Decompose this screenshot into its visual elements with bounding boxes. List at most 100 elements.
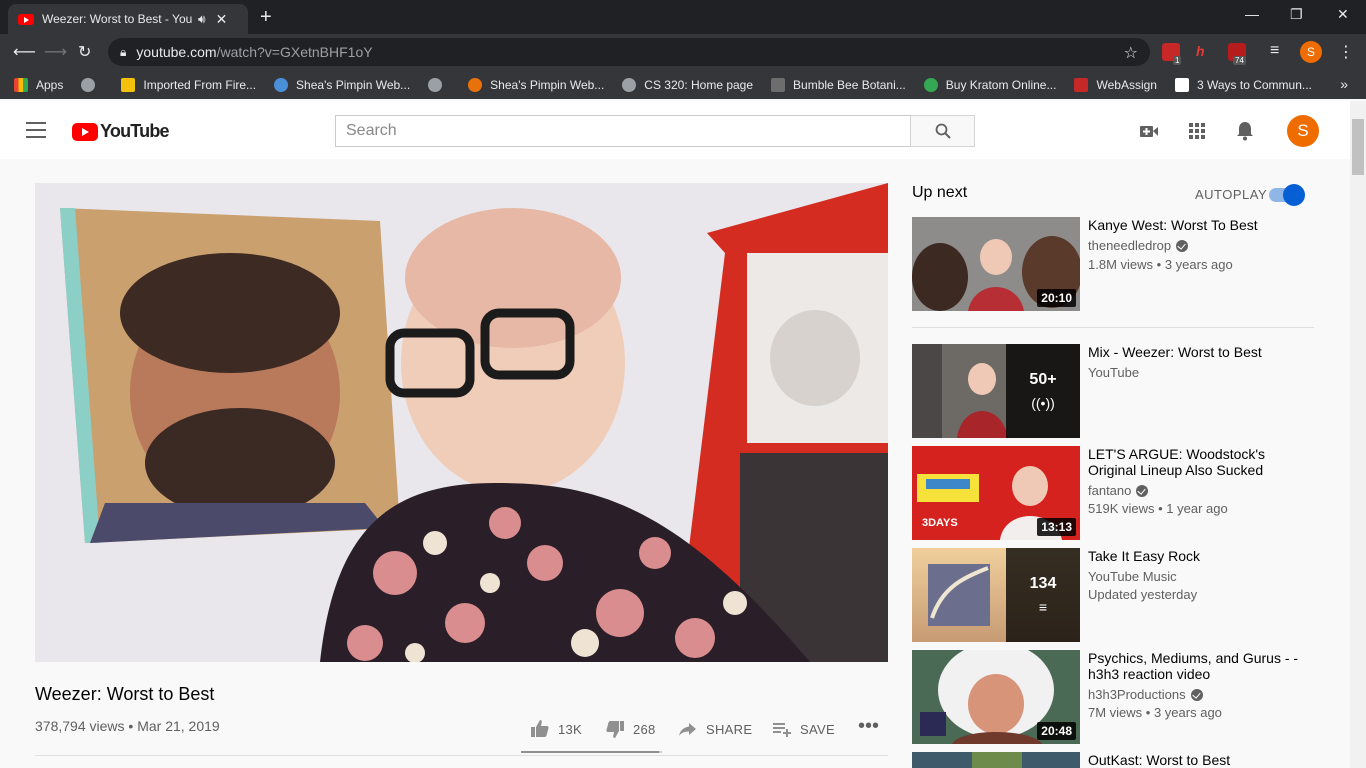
playlist-thumbnail[interactable]: 134 ≡ [912, 548, 1080, 642]
honey-extension-icon[interactable]: h [1196, 43, 1214, 61]
upload-age: 1 year ago [1166, 501, 1228, 516]
bookmark-item[interactable] [428, 77, 450, 92]
bookmark-item[interactable]: Buy Kratom Online... [923, 77, 1056, 92]
bookmark-item[interactable]: Shea's Pimpin Web... [468, 77, 605, 92]
bookmark-item[interactable]: Imported From Fire... [121, 77, 256, 92]
channel-label: fantano [1088, 483, 1132, 498]
autoplay-label: AUTOPLAY [1195, 187, 1268, 202]
channel-name[interactable]: YouTube Music [1088, 569, 1177, 584]
video-duration: 13:13 [1037, 518, 1076, 536]
video-player[interactable] [35, 183, 888, 662]
bookmark-item[interactable]: Shea's Pimpin Web... [274, 77, 411, 92]
video-title[interactable]: Kanye West: Worst To Best [1088, 217, 1308, 233]
like-count: 13K [558, 721, 583, 737]
share-button[interactable]: SHARE [678, 719, 752, 739]
playlist-title[interactable]: Take It Easy Rock [1088, 548, 1308, 564]
reload-icon[interactable]: ↻ [78, 42, 91, 62]
apps-icon[interactable] [1186, 120, 1208, 142]
thumbs-down-icon [606, 721, 624, 738]
video-thumbnail[interactable] [912, 752, 1080, 768]
youtube-wordmark: YouTube [100, 121, 170, 141]
new-tab-button[interactable]: + [260, 6, 272, 29]
bookmark-item[interactable]: 3 Ways to Commun... [1174, 77, 1312, 92]
recommended-playlist[interactable]: 134 ≡ Take It Easy Rock YouTube Music Up… [912, 548, 1312, 642]
recommended-video[interactable]: 3DAYS 13:13 LET'S ARGUE: Woodstock's Ori… [912, 446, 1312, 540]
bookmark-label: 3 Ways to Commun... [1196, 77, 1312, 92]
speaker-icon[interactable]: 🔊︎ [198, 12, 206, 27]
notifications-bell-icon[interactable] [1234, 120, 1256, 142]
search-button[interactable] [910, 115, 975, 147]
create-video-icon[interactable] [1138, 120, 1160, 142]
save-label: SAVE [800, 721, 835, 737]
dislike-button[interactable]: 268 [605, 719, 656, 739]
search-placeholder: Search [346, 122, 397, 139]
minimize-icon[interactable]: — [1245, 6, 1259, 22]
youtube-logo[interactable]: YouTube [72, 121, 170, 142]
chrome-menu-icon[interactable]: ⋮ [1338, 42, 1354, 62]
share-label: SHARE [706, 721, 753, 737]
verified-check-icon [1136, 484, 1149, 497]
video-title[interactable]: Psychics, Mediums, and Gurus - - h3h3 re… [1088, 650, 1308, 682]
video-title[interactable]: LET'S ARGUE: Woodstock's Original Lineup… [1088, 446, 1308, 478]
search-input[interactable]: Search [335, 115, 911, 147]
bookmark-item[interactable]: WebAssign [1074, 77, 1157, 92]
scrollbar-thumb[interactable] [1352, 119, 1364, 175]
url-domain: youtube.com [136, 44, 217, 60]
video-title[interactable]: Mix - Weezer: Worst to Best [1088, 344, 1308, 360]
bookmark-item[interactable] [81, 77, 103, 92]
globe-icon [81, 77, 96, 92]
forward-icon[interactable]: ⟶ [44, 42, 67, 62]
browser-tab[interactable]: Weezer: Worst to Best - YouT 🔊︎ ✕ [8, 4, 248, 34]
recommended-video[interactable]: 20:48 Psychics, Mediums, and Gurus - - h… [912, 650, 1312, 744]
page-scrollbar[interactable] [1350, 101, 1366, 768]
guide-menu-icon[interactable] [26, 122, 46, 138]
more-actions-icon[interactable]: ••• [858, 715, 879, 738]
video-title[interactable]: OutKast: Worst to Best [1088, 752, 1308, 768]
video-thumbnail[interactable]: 20:10 [912, 217, 1080, 311]
bookmark-label: Shea's Pimpin Web... [296, 77, 411, 92]
bookmark-item[interactable]: CS 320: Home page [622, 77, 754, 92]
verified-check-icon [1176, 239, 1189, 252]
channel-name[interactable]: h3h3Productions [1088, 687, 1203, 702]
close-tab-icon[interactable]: ✕ [216, 11, 228, 28]
extension-badge: 1 [1173, 56, 1182, 65]
video-meta: 378,794 views • Mar 21, 2019 [35, 718, 220, 734]
folder-icon [121, 77, 136, 92]
bookmark-apps[interactable]: Apps [14, 77, 63, 92]
mix-thumbnail[interactable]: 50+ ((•)) [912, 344, 1080, 438]
back-icon[interactable]: ⟵ [13, 42, 36, 62]
thumbs-up-icon [531, 720, 549, 737]
view-count: 7M views [1088, 705, 1143, 720]
youtube-header: YouTube Search S [0, 101, 1350, 159]
address-bar[interactable]: 🔒︎ youtube.com/watch?v=GXetnBHF1oY ☆ [108, 38, 1150, 66]
video-thumbnail[interactable]: 20:48 [912, 650, 1080, 744]
recommended-video[interactable]: 20:10 Kanye West: Worst To Best theneedl… [912, 217, 1312, 311]
bookmark-star-icon[interactable]: ☆ [1124, 43, 1138, 63]
search-icon [935, 123, 951, 139]
upload-age: 3 years ago [1164, 257, 1233, 272]
channel-name[interactable]: theneedledrop [1088, 238, 1189, 253]
media-control-icon[interactable]: ≡ [1270, 42, 1279, 60]
verified-check-icon [1190, 688, 1203, 701]
bookmark-label: Shea's Pimpin Web... [490, 77, 605, 92]
browser-profile-avatar[interactable]: S [1300, 41, 1322, 63]
like-button[interactable]: 13K [530, 719, 582, 739]
recommended-mix[interactable]: 50+ ((•)) Mix - Weezer: Worst to Best Yo… [912, 344, 1312, 438]
recommended-video[interactable]: OutKast: Worst to Best [912, 752, 1312, 768]
close-window-icon[interactable]: ✕ [1337, 6, 1349, 23]
youtube-play-logo-icon [72, 122, 98, 141]
browser-toolbar: ⟵ ⟶ ↻ 🔒︎ youtube.com/watch?v=GXetnBHF1oY… [0, 34, 1366, 70]
restore-icon[interactable]: ❐ [1290, 6, 1303, 23]
autoplay-toggle[interactable] [1269, 184, 1305, 206]
video-stats: 7M views • 3 years ago [1088, 705, 1222, 720]
account-avatar[interactable]: S [1287, 115, 1319, 147]
channel-name[interactable]: YouTube [1088, 365, 1139, 380]
channel-name[interactable]: fantano [1088, 483, 1149, 498]
up-next-heading: Up next [912, 184, 968, 201]
save-button[interactable]: SAVE [772, 719, 835, 739]
bookmark-label: CS 320: Home page [644, 77, 754, 92]
video-thumbnail[interactable]: 3DAYS 13:13 [912, 446, 1080, 540]
bookmark-item[interactable]: Bumble Bee Botani... [771, 77, 906, 92]
channel-label: theneedledrop [1088, 238, 1172, 253]
bookmarks-overflow-icon[interactable]: » [1340, 76, 1348, 92]
